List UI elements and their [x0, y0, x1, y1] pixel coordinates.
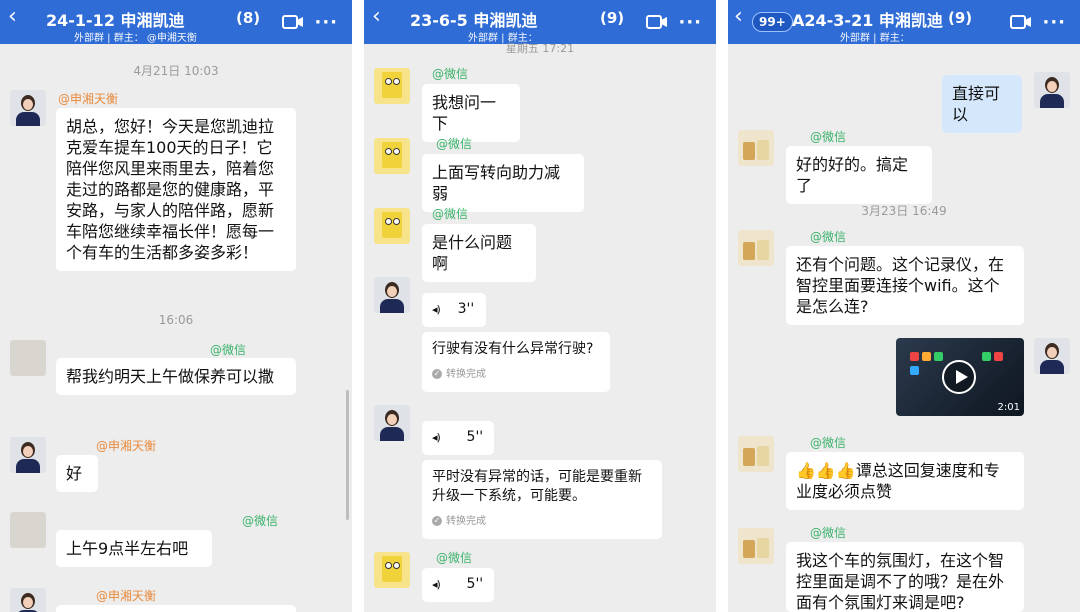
- avatar[interactable]: [10, 90, 46, 126]
- sender-name: @微信: [810, 436, 847, 450]
- voice-wave-icon: ◂): [432, 303, 441, 316]
- message-bubble[interactable]: 好: [56, 455, 98, 492]
- avatar[interactable]: [10, 437, 46, 473]
- chat-title: 23-6-5 申湘凯迪: [410, 11, 538, 30]
- video-call-icon[interactable]: [1010, 14, 1032, 30]
- transcript-text: 平时没有异常的话，可能是要重新升级一下系统，可能要。: [432, 469, 642, 504]
- sender-name: @微信: [436, 551, 473, 565]
- avatar[interactable]: [374, 552, 410, 588]
- avatar[interactable]: [738, 528, 774, 564]
- message-bubble[interactable]: 上午9点半左右吧: [56, 530, 212, 567]
- more-icon[interactable]: ···: [314, 12, 338, 33]
- chat-subtitle: 外部群 | 群主：: [840, 33, 910, 44]
- video-call-icon[interactable]: [282, 14, 304, 30]
- back-chevron-icon[interactable]: ‹: [8, 6, 17, 28]
- chat-header: ‹ 99+ A24-3-21 申湘凯迪 (9) 外部群 | 群主： ···: [728, 0, 1080, 44]
- avatar-self[interactable]: [1034, 338, 1070, 374]
- transcript-status: ✓ 转换完成: [432, 369, 486, 380]
- chat-panel-3: ‹ 99+ A24-3-21 申湘凯迪 (9) 外部群 | 群主： ··· 直接…: [728, 0, 1080, 612]
- voice-transcript[interactable]: 行驶有没有什么异常行驶? ✓ 转换完成: [422, 332, 610, 392]
- sender-name: @微信: [810, 130, 847, 144]
- voice-message[interactable]: ◂) 3'': [422, 293, 486, 327]
- message-bubble[interactable]: 胡总，您好！今天是您凯迪拉克爱车提车100天的日子！它陪伴您风里来雨里去，陪着您…: [56, 108, 296, 271]
- play-icon[interactable]: [942, 360, 976, 394]
- voice-duration: 5'': [466, 576, 484, 592]
- chat-title: 24-1-12 申湘凯迪: [46, 11, 185, 30]
- avatar[interactable]: [374, 68, 410, 104]
- voice-message[interactable]: ◂) 5'': [422, 421, 494, 455]
- voice-message[interactable]: ◂) 5'': [422, 568, 494, 602]
- message-bubble[interactable]: 上面写转向助力减弱: [422, 154, 584, 212]
- message-bubble[interactable]: 帮我约明天上午做保养可以撒: [56, 358, 296, 395]
- check-icon: ✓: [432, 516, 442, 526]
- message-bubble[interactable]: 是什么问题啊: [422, 224, 536, 282]
- member-count: (8): [236, 9, 261, 27]
- timestamp: 3月23日 16:49: [861, 204, 947, 218]
- avatar[interactable]: [738, 230, 774, 266]
- transcript-text: 行驶有没有什么异常行驶?: [432, 341, 594, 357]
- back-chevron-icon[interactable]: ‹: [372, 6, 381, 28]
- chat-title: A24-3-21 申湘凯迪: [792, 11, 943, 30]
- timestamp: 16:06: [158, 313, 194, 327]
- sender-name: @微信: [810, 230, 847, 244]
- sender-name: @申湘天衡: [96, 439, 157, 453]
- sender-name: @微信: [210, 343, 247, 357]
- voice-duration: 3'': [457, 301, 475, 317]
- avatar[interactable]: [738, 130, 774, 166]
- message-bubble[interactable]: [56, 605, 296, 612]
- chat-panel-1: ‹ 24-1-12 申湘凯迪 (8) 外部群 | 群主： @申湘天衡 ··· 4…: [0, 0, 352, 612]
- avatar[interactable]: [10, 588, 46, 612]
- member-count: (9): [600, 9, 625, 27]
- sender-name: @微信: [436, 137, 473, 151]
- chat-header: ‹ 24-1-12 申湘凯迪 (8) 外部群 | 群主： @申湘天衡 ···: [0, 0, 352, 44]
- chat-panel-2: ‹ 23-6-5 申湘凯迪 (9) 外部群 | 群主： ··· 星期五 17:2…: [364, 0, 716, 612]
- message-bubble[interactable]: 👍👍👍谭总这回复速度和专业度必须点赞: [786, 452, 1024, 510]
- video-message[interactable]: 2:01: [896, 338, 1024, 416]
- avatar-self[interactable]: [1034, 72, 1070, 108]
- chat-header: ‹ 23-6-5 申湘凯迪 (9) 外部群 | 群主： ···: [364, 0, 716, 44]
- check-icon: ✓: [432, 369, 442, 379]
- message-bubble[interactable]: 我这个车的氛围灯，在这个智控里面是调不了的哦？是在外面有个氛围灯来调是吧?: [786, 542, 1024, 612]
- avatar[interactable]: [374, 405, 410, 441]
- avatar[interactable]: [10, 512, 46, 548]
- message-bubble[interactable]: 好的好的。搞定了: [786, 146, 932, 204]
- message-bubble[interactable]: 还有个问题。这个记录仪，在智控里面要连接个wifi。这个是怎么连?: [786, 246, 1024, 325]
- sender-name: @微信: [432, 207, 469, 221]
- scrollbar[interactable]: [346, 390, 349, 520]
- unread-badge: 99+: [752, 12, 793, 32]
- sender-name: @申湘天衡: [96, 589, 157, 603]
- voice-wave-icon: ◂): [432, 431, 441, 444]
- voice-wave-icon: ◂): [432, 578, 441, 591]
- sender-name: @微信: [432, 67, 469, 81]
- voice-transcript[interactable]: 平时没有异常的话，可能是要重新升级一下系统，可能要。 ✓ 转换完成: [422, 460, 662, 539]
- transcript-status: ✓ 转换完成: [432, 516, 486, 527]
- message-bubble-self[interactable]: 直接可以: [942, 75, 1022, 133]
- video-duration: 2:01: [997, 402, 1020, 413]
- timestamp: 4月21日 10:03: [133, 64, 219, 78]
- message-bubble[interactable]: 我想问一下: [422, 84, 520, 142]
- chat-subtitle: 外部群 | 群主： @申湘天衡: [74, 33, 197, 44]
- more-icon[interactable]: ···: [678, 12, 702, 33]
- back-chevron-icon[interactable]: ‹: [734, 6, 743, 28]
- member-count: (9): [948, 9, 973, 27]
- more-icon[interactable]: ···: [1042, 12, 1066, 33]
- voice-duration: 5'': [466, 429, 484, 445]
- avatar[interactable]: [10, 340, 46, 376]
- sender-name: @申湘天衡: [58, 92, 119, 106]
- avatar[interactable]: [374, 138, 410, 174]
- avatar[interactable]: [374, 277, 410, 313]
- video-call-icon[interactable]: [646, 14, 668, 30]
- sender-name: @微信: [242, 514, 279, 528]
- avatar[interactable]: [738, 436, 774, 472]
- sender-name: @微信: [810, 526, 847, 540]
- avatar[interactable]: [374, 208, 410, 244]
- timestamp: 星期五 17:21: [505, 42, 575, 55]
